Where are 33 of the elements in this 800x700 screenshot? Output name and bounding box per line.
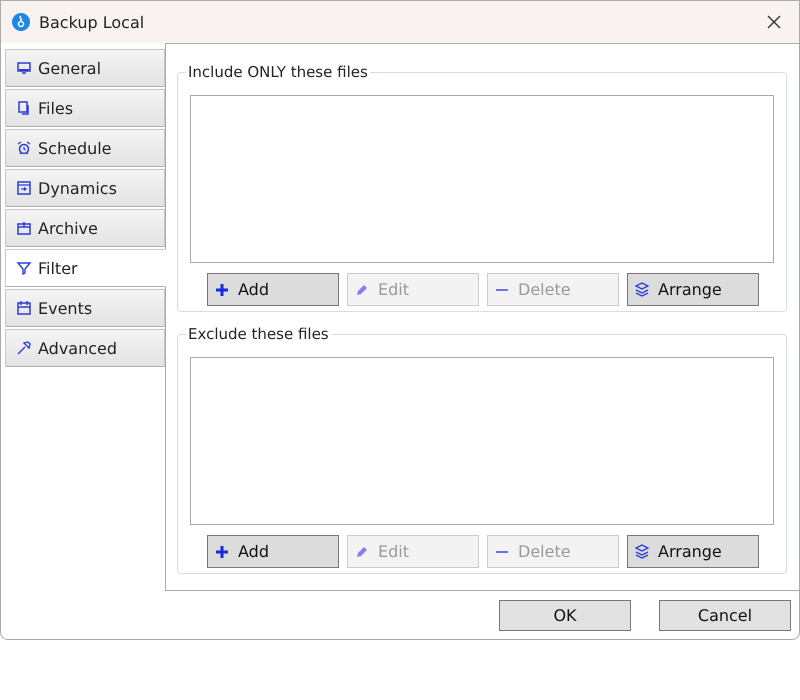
arrange-button[interactable]: Arrange — [627, 273, 759, 306]
layers-icon — [634, 544, 650, 560]
plus-icon — [214, 544, 230, 560]
sidebar-tab[interactable]: Events — [5, 289, 165, 327]
close-icon — [767, 15, 781, 29]
sidebar-tab[interactable]: Schedule — [5, 129, 165, 167]
disc-icon — [11, 12, 31, 32]
calendar-icon — [16, 300, 32, 316]
sidebar-tab[interactable]: Dynamics — [5, 169, 165, 207]
plus-icon — [214, 282, 230, 298]
layers-icon — [634, 282, 650, 298]
hammer-icon — [16, 340, 32, 356]
sidebar-tab[interactable]: General — [5, 49, 165, 87]
document-icon — [16, 100, 32, 116]
minus-icon — [494, 288, 510, 292]
arrange-button[interactable]: Arrange — [627, 535, 759, 568]
sidebar-tab[interactable]: Filter — [5, 249, 166, 287]
monitor-icon — [16, 60, 32, 76]
window-title: Backup Local — [39, 12, 146, 32]
add-button[interactable]: Add — [207, 273, 339, 306]
filter-icon — [16, 260, 32, 276]
alarm-clock-icon — [16, 140, 32, 156]
sidebar-tab[interactable]: Files — [5, 89, 165, 127]
file-list[interactable] — [190, 357, 774, 525]
window-icon — [16, 180, 32, 196]
sidebar-tab[interactable]: Advanced — [5, 329, 165, 367]
sidebar-tab[interactable]: Archive — [5, 209, 165, 247]
cancel-button[interactable]: Cancel — [659, 600, 791, 631]
box-icon — [16, 220, 32, 236]
add-button[interactable]: Add — [207, 535, 339, 568]
ok-button[interactable]: OK — [499, 600, 631, 631]
file-list[interactable] — [190, 95, 774, 263]
minus-icon — [494, 550, 510, 554]
